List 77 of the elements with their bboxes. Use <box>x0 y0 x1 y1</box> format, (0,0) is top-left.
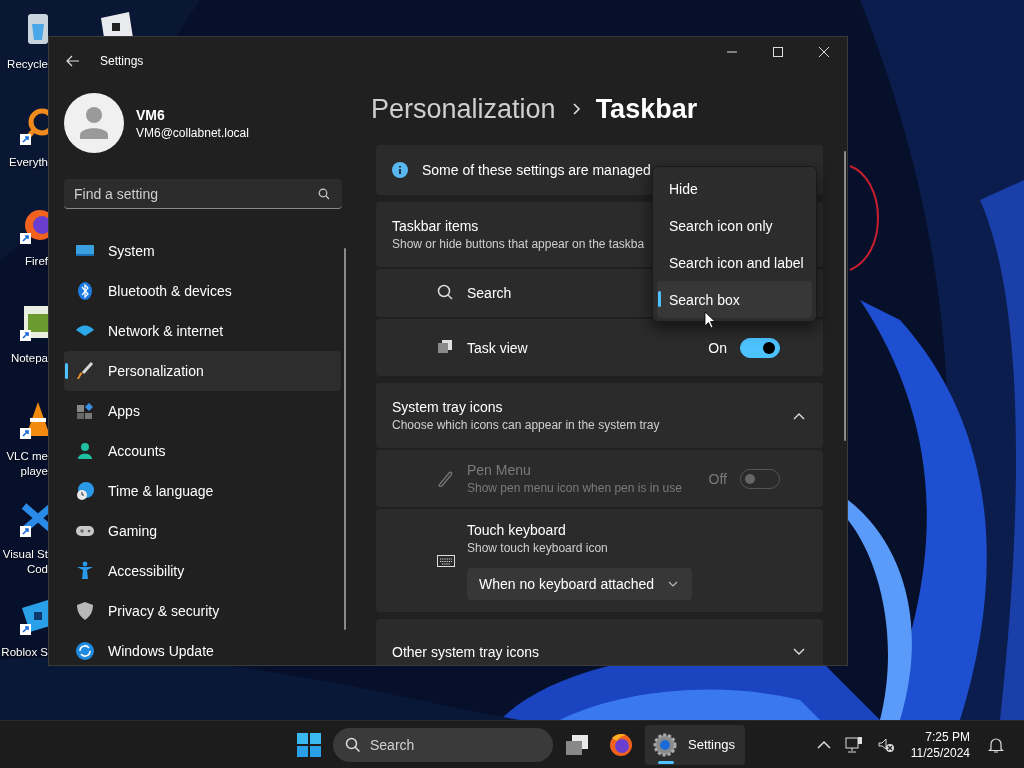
avatar-icon <box>64 93 124 153</box>
refresh-icon <box>75 641 95 661</box>
setting-label: Touch keyboard <box>467 521 566 538</box>
section-title: System tray icons <box>392 399 503 415</box>
window-title: Settings <box>100 54 144 68</box>
desktop-icon-label[interactable]: Firef <box>0 255 48 267</box>
windows-logo-icon[interactable] <box>297 732 321 757</box>
globe-clock-icon <box>75 481 95 501</box>
desktop-icon-label[interactable]: Notepa <box>0 352 48 364</box>
scrollbar[interactable] <box>344 248 346 630</box>
clock[interactable]: 7:25 PM 11/25/2024 <box>910 728 970 761</box>
section-title: Other system tray icons <box>392 643 540 660</box>
taskbar-search-box[interactable]: Search <box>333 727 553 762</box>
pen-icon <box>437 469 455 488</box>
chevron-down-icon <box>668 580 679 587</box>
sidebar-item[interactable]: Accessibility <box>64 551 341 591</box>
apps-icon <box>75 401 95 421</box>
search-icon <box>345 736 361 753</box>
section-header[interactable]: System tray icons Choose which icons can appear in the system tray <box>376 383 823 448</box>
bluetooth-icon <box>75 281 95 301</box>
sidebar-item[interactable]: Gaming <box>64 511 341 551</box>
setting-label: Task view <box>467 339 528 356</box>
brush-icon <box>75 361 95 381</box>
setting-label: Pen Menu <box>467 462 531 478</box>
info-icon <box>392 162 408 178</box>
desktop-icon-label[interactable]: Roblox S <box>0 646 48 658</box>
toggle-state-label: On <box>708 339 727 356</box>
back-arrow-icon[interactable] <box>66 55 80 67</box>
scrollbar[interactable] <box>844 151 846 441</box>
browser-icon <box>608 731 634 758</box>
sidebar-item[interactable]: Windows Update <box>64 631 341 665</box>
sidebar-item[interactable]: Apps <box>64 391 341 431</box>
setting-description: Show pen menu icon when pen is in use <box>467 481 683 495</box>
setting-description: Show touch keyboard icon <box>467 540 609 555</box>
clock-date: 11/25/2024 <box>910 744 970 761</box>
sidebar-item[interactable]: Network & internet <box>64 311 341 351</box>
sidebar-item[interactable]: Accounts <box>64 431 341 471</box>
desktop-icon-label[interactable]: Recycle <box>0 58 48 70</box>
account-name: VM6 <box>136 106 166 123</box>
shield-icon <box>75 601 95 621</box>
sidebar-item[interactable]: System <box>64 231 341 271</box>
section-header[interactable]: Other system tray icons <box>376 619 823 665</box>
setting-label: Search <box>467 285 512 301</box>
section-title: Taskbar items <box>392 218 479 234</box>
search-icon <box>437 284 455 302</box>
search-icon <box>318 188 330 200</box>
network-icon[interactable] <box>844 735 863 754</box>
sidebar-item[interactable]: Time & language <box>64 471 341 511</box>
desktop-icon-label[interactable]: VLC me <box>0 450 48 462</box>
breadcrumb-item: Taskbar <box>595 93 698 125</box>
cursor-icon <box>704 311 716 329</box>
sidebar-item[interactable]: Personalization <box>64 351 341 391</box>
desktop-icon-label[interactable]: Visual St <box>0 548 48 560</box>
account-email: VM6@collabnet.local <box>136 125 249 140</box>
chevron-up-icon[interactable] <box>816 739 831 750</box>
menu-option[interactable]: Search icon only <box>657 207 812 244</box>
gear-icon <box>652 731 678 758</box>
section-subtitle: Choose which icons can appear in the system tray <box>392 418 661 432</box>
clock-time: 7:25 PM <box>924 728 970 745</box>
desktop-icon-label[interactable]: Everyth <box>0 156 48 168</box>
toggle-state-label: Off <box>708 470 727 487</box>
desktop-icon-label[interactable]: Cod <box>0 563 48 575</box>
sidebar-item[interactable]: Privacy & security <box>64 591 341 631</box>
person-icon <box>75 441 95 461</box>
toggle-switch[interactable] <box>740 337 780 358</box>
search-field[interactable]: Find a setting <box>64 179 342 209</box>
section-subtitle: Show or hide buttons that appear on the taskba <box>392 237 646 251</box>
keyboard-dropdown[interactable]: When no keyboard attached <box>467 567 693 600</box>
bell-icon[interactable] <box>988 735 1004 754</box>
breadcrumb-item[interactable]: Personalization <box>371 93 556 125</box>
desktop-icon-label[interactable]: playe <box>0 465 48 477</box>
taskbar-app[interactable]: Settings <box>645 724 745 765</box>
menu-option[interactable]: Search box <box>657 281 812 318</box>
sidebar-item[interactable]: Bluetooth & devices <box>64 271 341 311</box>
info-text: Some of these settings are managed <box>422 162 651 178</box>
chevron-right-icon <box>571 102 582 116</box>
accessibility-icon <box>75 561 95 581</box>
